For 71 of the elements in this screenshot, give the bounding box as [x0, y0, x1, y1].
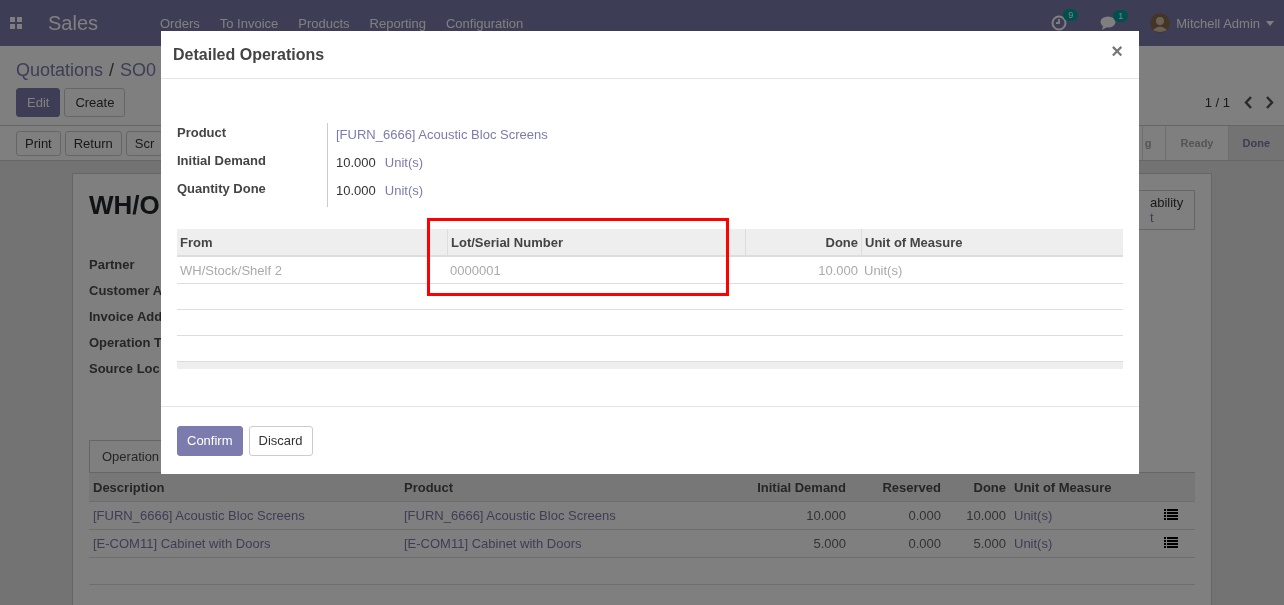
column-header: From: [179, 234, 214, 250]
field-label: Operation T: [89, 335, 163, 350]
apps-grid-icon[interactable]: [10, 17, 22, 29]
column-header: Description: [92, 479, 166, 495]
app-title: Sales: [48, 11, 100, 35]
pager-counter: 1 / 1: [1204, 95, 1230, 110]
message-count: 1: [1113, 9, 1129, 22]
activity-count: 9: [1063, 9, 1079, 21]
table-cell-text: 0.000: [907, 536, 942, 551]
table-cell-text: [FURN_6666] Acoustic Bloc Screens: [92, 508, 306, 523]
product-link[interactable]: [FURN_6666] Acoustic Bloc Screens: [336, 127, 548, 142]
column-header: Reserved: [881, 479, 942, 495]
table-cell-text: 5.000: [812, 536, 847, 551]
column-header: Unit of Measure: [1013, 479, 1113, 495]
breadcrumb-link[interactable]: Quotations: [16, 59, 104, 81]
list-icon[interactable]: [1164, 537, 1178, 548]
breadcrumb-separator: /: [109, 59, 115, 81]
header-button[interactable]: Print: [16, 130, 61, 156]
table-cell-text: [E-COM11] Cabinet with Doors: [92, 536, 272, 551]
discard-button[interactable]: Discard: [248, 425, 313, 456]
table-cell-text: 10.000: [817, 262, 859, 278]
close-button[interactable]: ×: [1107, 40, 1127, 63]
field-label: Initial Demand: [177, 152, 267, 170]
field-label: Source Loc: [89, 361, 161, 376]
header-button[interactable]: Return: [64, 130, 122, 156]
dialog-title: Detailed Operations: [173, 45, 325, 64]
field-label: Partner: [89, 257, 136, 272]
unit-link[interactable]: Unit(s): [384, 155, 424, 170]
breadcrumb-current: SO0: [120, 59, 157, 81]
table-cell-text: 10.000: [805, 508, 847, 523]
column-header: Product: [403, 479, 455, 495]
menu-item[interactable]: Orders: [160, 15, 200, 31]
quantity-value: 10.000: [336, 155, 376, 170]
menu-item[interactable]: Reporting: [369, 15, 426, 31]
previous-icon[interactable]: [1244, 96, 1253, 109]
menu-item[interactable]: Products: [298, 15, 350, 31]
field-label: Customer A: [89, 283, 163, 298]
table-cell-text: 0000001: [449, 262, 502, 278]
field-label: Product: [177, 124, 228, 142]
table-cell-text: WH/Stock/Shelf 2: [179, 262, 283, 278]
table-cell-text: 5.000: [972, 536, 1007, 551]
column-header: Done: [972, 479, 1007, 495]
create-button[interactable]: Create: [64, 88, 126, 117]
table-cell-text: Unit(s): [1013, 536, 1054, 551]
edit-button[interactable]: Edit: [16, 88, 61, 117]
clock-icon[interactable]: [1051, 15, 1068, 31]
list-icon[interactable]: [1164, 509, 1178, 520]
column-header: Initial Demand: [756, 479, 847, 495]
quantity-value: 10.000: [336, 183, 376, 198]
table-cell-text: Unit(s): [863, 262, 904, 278]
table-cell-text: 10.000: [965, 508, 1007, 523]
column-header: Done: [745, 229, 861, 255]
header-button[interactable]: Scr: [125, 130, 164, 156]
field-label: Quantity Done: [177, 180, 267, 198]
table-cell-text: [E-COM11] Cabinet with Doors: [403, 536, 583, 551]
column-header: Unit of Measure: [861, 229, 1123, 255]
confirm-button[interactable]: Confirm: [177, 425, 243, 456]
field-label: Invoice Add: [89, 309, 163, 324]
record-title: WH/O: [89, 190, 161, 221]
next-icon[interactable]: [1265, 96, 1274, 109]
chat-icon[interactable]: [1100, 15, 1118, 31]
menu-item[interactable]: To Invoice: [219, 15, 279, 31]
avatar-icon: [1150, 13, 1171, 33]
menu-item[interactable]: Configuration: [445, 15, 524, 31]
unit-link[interactable]: Unit(s): [384, 183, 424, 198]
column-header: Lot/Serial Number: [447, 229, 745, 255]
table-cell-text: [FURN_6666] Acoustic Bloc Screens: [403, 508, 617, 523]
caret-icon[interactable]: [1266, 20, 1274, 26]
table-cell-text: Unit(s): [1013, 508, 1054, 523]
table-cell-text: 0.000: [907, 508, 942, 523]
user-name[interactable]: Mitchell Admin: [1176, 15, 1260, 31]
